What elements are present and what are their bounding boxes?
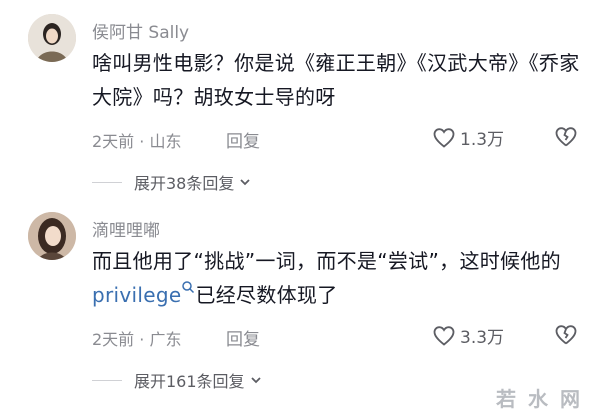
comment-text-span: 而且他用了“挑战”一词，而不是“尝试”，这时候他的 [92,249,561,273]
avatar[interactable] [28,212,76,260]
expand-replies-label: 展开38条回复 [134,174,235,193]
comment-text: 啥叫男性电影？你是说《雍正王朝》《汉武大帝》《乔家大院》吗？胡玫女士导的呀 [92,46,582,114]
username[interactable]: 滴哩哩嘟 [92,216,160,241]
broken-heart-icon [555,127,577,147]
dislike-button[interactable] [554,125,578,153]
comment-meta: 2天前 · 广东 [92,330,182,349]
reply-button[interactable]: 回复 [226,127,260,152]
heart-outline-icon [433,127,455,148]
divider-line [92,379,122,381]
comment-text-span: 啥叫男性电影？你是说《雍正王朝》《汉武大帝》《乔家大院》吗？胡玫女士导的呀 [92,51,580,109]
reply-button[interactable]: 回复 [226,325,260,350]
heart-outline-icon [433,325,455,346]
expand-replies-button[interactable]: 展开38条回复 [92,170,252,194]
like-count: 1.3万 [460,130,505,150]
chevron-down-icon [250,377,261,384]
search-icon[interactable] [181,280,195,294]
dislike-button[interactable] [554,323,578,351]
privilege-link[interactable]: privilege [92,283,181,307]
like-button[interactable]: 3.3万 [432,323,504,348]
comment-meta: 2天前 · 山东 [92,132,182,151]
avatar[interactable] [28,14,76,62]
watermark: 若水网 [496,387,592,411]
expand-replies-label: 展开161条回复 [134,372,245,391]
comment-text: 而且他用了“挑战”一词，而不是“尝试”，这时候他的 privilege 已经尽数… [92,244,582,312]
like-button[interactable]: 1.3万 [432,125,504,150]
username[interactable]: 侯阿甘 Sally [92,18,189,43]
like-count: 3.3万 [460,328,505,348]
comment-text-span: 已经尽数体现了 [195,283,338,307]
broken-heart-icon [555,325,577,345]
divider-line [92,181,122,183]
chevron-down-icon [240,179,251,186]
expand-replies-button[interactable]: 展开161条回复 [92,368,263,392]
comment-item-1: 侯阿甘 Sally 啥叫男性电影？你是说《雍正王朝》《汉武大帝》《乔家大院》吗？… [0,0,600,200]
